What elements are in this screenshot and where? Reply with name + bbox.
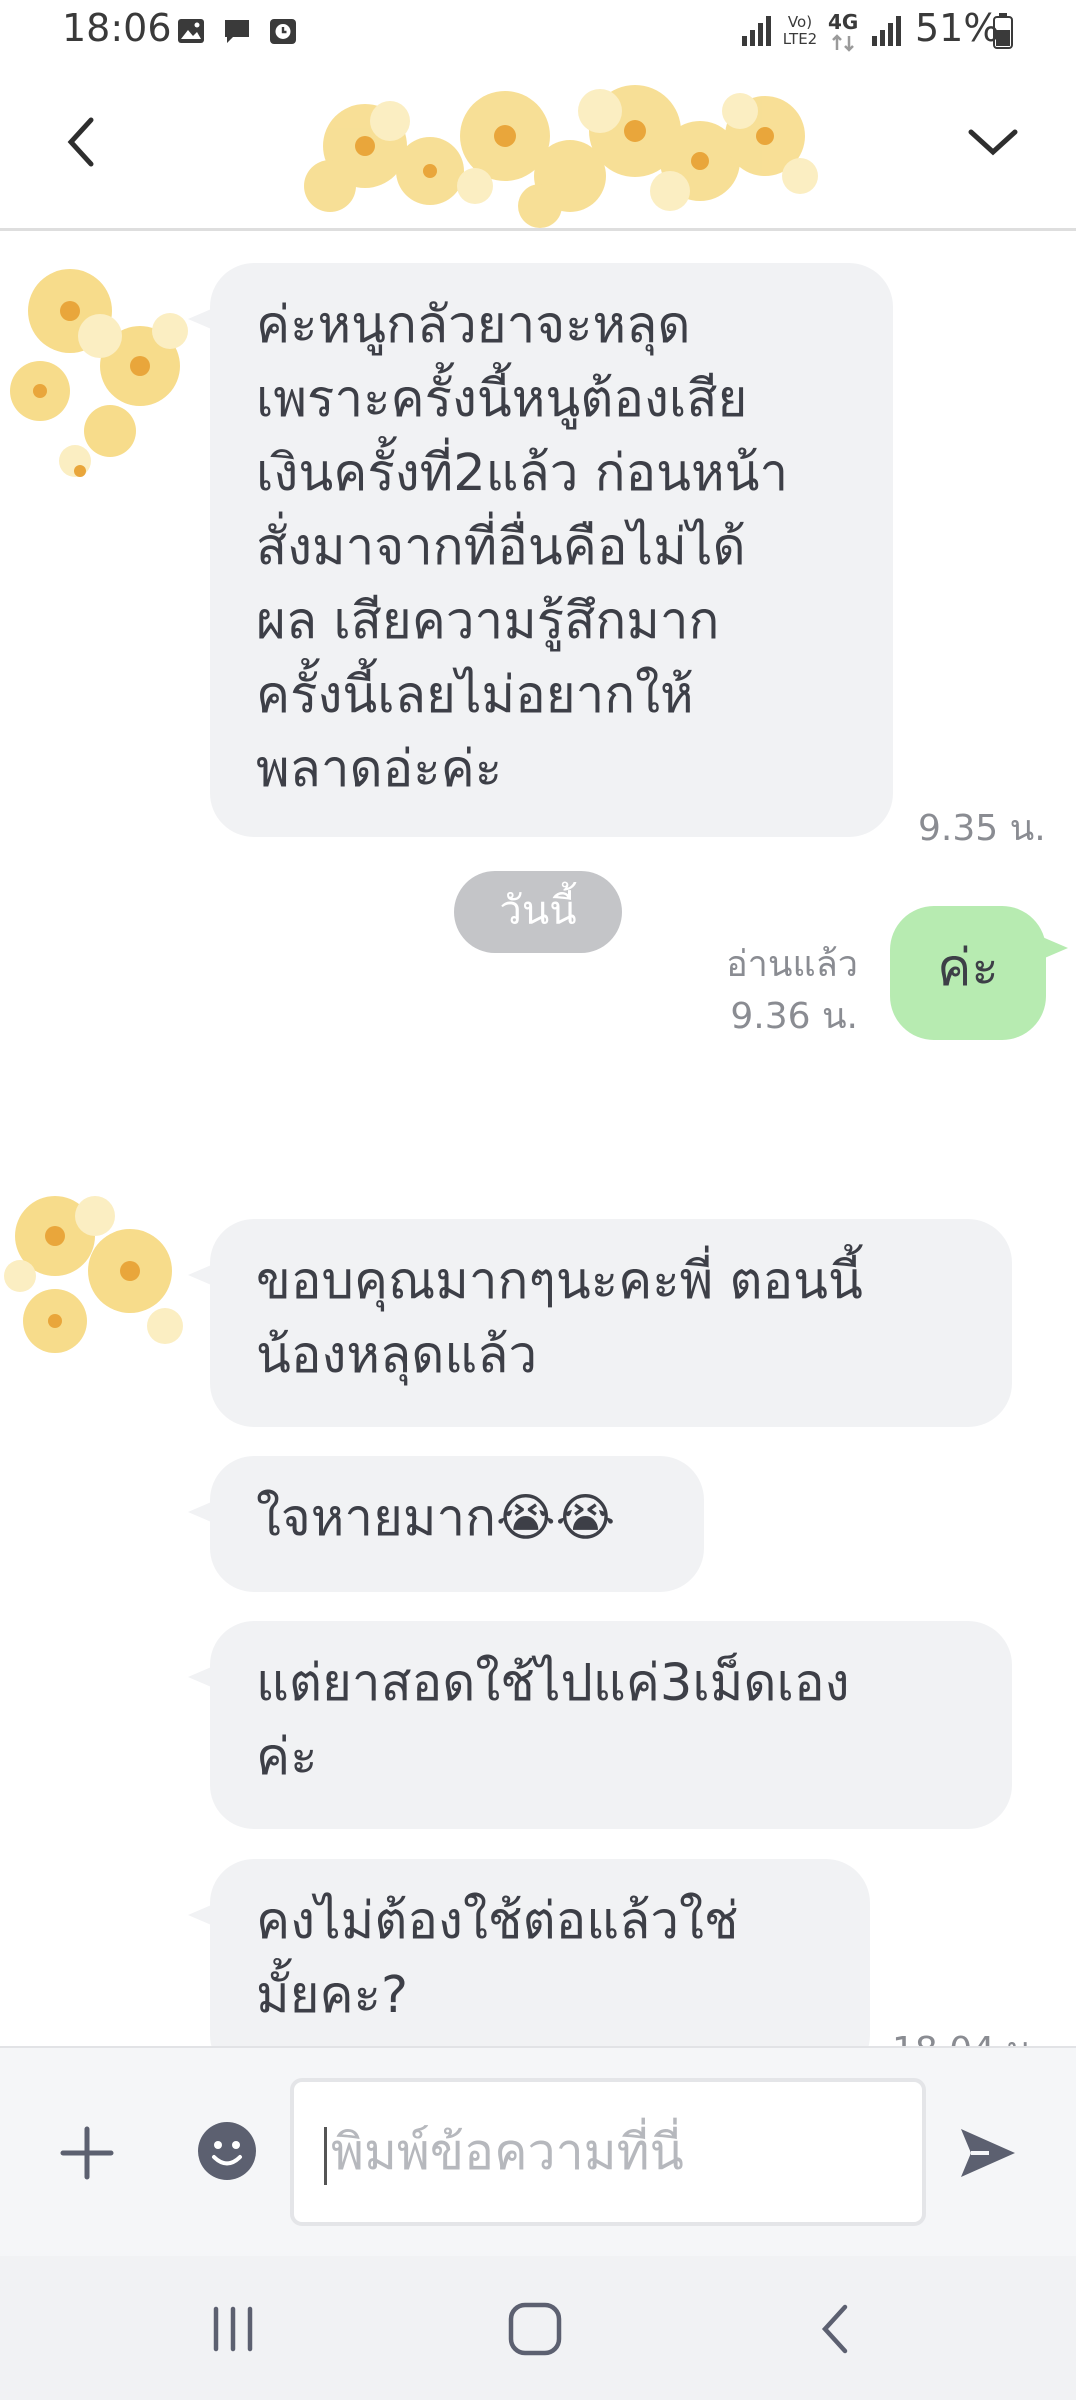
- add-button[interactable]: [52, 2118, 122, 2188]
- message-bubble-outgoing[interactable]: ค่ะ: [890, 906, 1068, 1040]
- read-status: อ่านแล้ว: [726, 944, 858, 985]
- alarm-icon: [270, 19, 296, 44]
- signal-icon: [742, 16, 771, 46]
- emoji-button[interactable]: [192, 2116, 262, 2186]
- message-input-placeholder: พิมพ์ข้อความที่นี่: [331, 2123, 684, 2181]
- send-button[interactable]: [952, 2118, 1022, 2188]
- message-icon: [225, 20, 249, 43]
- chevron-down-icon: [968, 129, 1018, 156]
- sender-avatar[interactable]: [0, 261, 210, 491]
- battery-percent: 51%: [915, 6, 1000, 50]
- data-arrows-icon: [832, 34, 854, 52]
- message-bubble-incoming[interactable]: คงไม่ต้องใช้ต่อแล้วใช่ มั้ยคะ?: [188, 1859, 870, 2046]
- send-icon: [961, 2129, 1015, 2177]
- menu-dropdown-button[interactable]: [958, 107, 1028, 177]
- network-type: 4G: [828, 10, 859, 34]
- status-time: 18:06: [62, 6, 172, 50]
- read-receipt: อ่านแล้ว 9.36 น.: [700, 939, 858, 1043]
- text-caret: [324, 2126, 327, 2185]
- nav-back-button[interactable]: [800, 2294, 870, 2364]
- gallery-icon: [178, 19, 204, 43]
- system-nav-bar: [0, 2256, 1076, 2400]
- date-divider: วันนี้: [454, 871, 622, 953]
- message-time: 18.04 น.: [892, 2021, 1043, 2046]
- recent-apps-button[interactable]: [198, 2294, 268, 2364]
- battery-icon: [993, 13, 1013, 49]
- home-button[interactable]: [500, 2294, 570, 2364]
- message-time: 9.35 น.: [918, 808, 1046, 849]
- home-icon: [508, 2302, 562, 2356]
- message-bubble-incoming[interactable]: ขอบคุณมากๆนะคะพี่ ตอนนี้ น้องหลุดแล้ว: [188, 1219, 1012, 1427]
- message-bubble-incoming[interactable]: แต่ยาสอดใช้ไปแค่3เม็ดเอง ค่ะ: [188, 1621, 1012, 1829]
- flower-banner-image: [304, 85, 818, 228]
- back-icon: [821, 2304, 848, 2354]
- chat-header: [0, 66, 1076, 231]
- chat-area[interactable]: ค่ะหนูกลัวยาจะหลุด เพราะครั้งนี้หนูต้องเ…: [0, 231, 1076, 2046]
- message-bubble-incoming[interactable]: ค่ะหนูกลัวยาจะหลุด เพราะครั้งนี้หนูต้องเ…: [188, 263, 893, 837]
- status-bar: 18:06 Vo) LTE2 4G 51%: [0, 0, 1076, 66]
- message-time: 9.36 น.: [730, 996, 858, 1037]
- volte-label: Vo) LTE2: [782, 13, 818, 48]
- plus-icon: [60, 2126, 114, 2180]
- sender-avatar[interactable]: [0, 1176, 200, 1376]
- signal-2-icon: [872, 16, 901, 46]
- message-bubble-incoming[interactable]: ใจหายมาก😭😭: [188, 1456, 704, 1592]
- message-input-bar: พิมพ์ข้อความที่นี่: [0, 2046, 1076, 2258]
- chevron-left-icon: [67, 117, 94, 167]
- smiley-icon: [198, 2122, 256, 2180]
- back-button[interactable]: [46, 107, 116, 177]
- message-input[interactable]: พิมพ์ข้อความที่นี่: [290, 2078, 926, 2226]
- recent-apps-icon: [213, 2306, 253, 2352]
